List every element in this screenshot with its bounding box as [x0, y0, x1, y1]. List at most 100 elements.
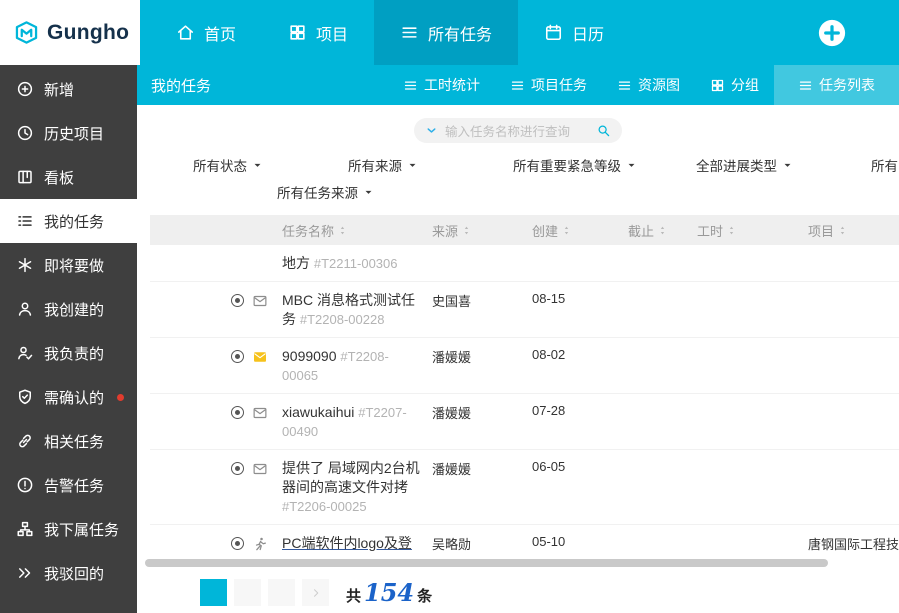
task-name-cell[interactable]: 提供了 局域网内2台机器间的高速文件对拷 #T2206-00025: [282, 459, 432, 516]
view-tab[interactable]: 分组: [695, 65, 774, 105]
sort-icon[interactable]: [726, 225, 737, 236]
view-tab[interactable]: 资源图: [602, 65, 695, 105]
runner-icon: [252, 534, 282, 552]
filter-dropdown[interactable]: 所有来源: [348, 155, 418, 175]
sort-icon[interactable]: [461, 225, 472, 236]
sidebar-item[interactable]: 新增: [0, 67, 137, 111]
nav-item[interactable]: 日历: [518, 0, 630, 65]
task-name-cell[interactable]: xiawukaihui #T2207-00490: [282, 403, 432, 441]
filter-dropdown[interactable]: 所有: [871, 155, 899, 175]
sort-icon[interactable]: [837, 225, 848, 236]
task-row[interactable]: 提供了 局域网内2台机器间的高速文件对拷 #T2206-00025 潘媛媛 06…: [150, 450, 899, 525]
shield-icon: [16, 388, 34, 406]
task-source: 潘媛媛: [432, 347, 532, 366]
filter-label: 所有任务来源: [277, 182, 358, 202]
row-radio[interactable]: [231, 350, 244, 363]
nav-item[interactable]: 项目: [262, 0, 374, 65]
nav-item-label: 首页: [204, 21, 236, 45]
column-header[interactable]: 任务名称: [282, 221, 432, 240]
task-row[interactable]: MBC 消息格式测试任务 #T2208-00228 史国喜 08-15: [150, 282, 899, 338]
filter-dropdown[interactable]: 所有任务来源: [277, 182, 374, 202]
sidebar-item-label: 我驳回的: [44, 563, 104, 584]
task-row[interactable]: 9099090 #T2208-00065 潘媛媛 08-02: [150, 338, 899, 394]
view-tab-label: 工时统计: [424, 75, 480, 95]
row-radio[interactable]: [231, 537, 244, 550]
view-tab[interactable]: 工时统计: [388, 65, 495, 105]
task-row[interactable]: 地方 #T2211-00306: [150, 245, 899, 282]
sort-icon[interactable]: [337, 225, 348, 236]
total-number: 154: [364, 578, 414, 607]
envelope-filled-icon: [252, 347, 282, 365]
page-button[interactable]: [268, 579, 295, 606]
nav-item-label: 所有任务: [428, 21, 492, 45]
chevron-down-icon[interactable]: [425, 124, 438, 137]
column-header-label: 创建: [532, 221, 558, 240]
logo[interactable]: Gungho: [0, 0, 140, 65]
nav-item[interactable]: 首页: [150, 0, 262, 65]
sidebar-item[interactable]: 看板: [0, 155, 137, 199]
filter-dropdown[interactable]: 所有状态: [193, 155, 263, 175]
list-icon: [798, 78, 813, 93]
chevron-down-icon: [626, 160, 637, 171]
task-name: xiawukaihui: [282, 404, 354, 420]
search-input[interactable]: 输入任务名称进行查询: [414, 118, 622, 143]
body-frame: 新增 历史项目 看板 我的任务 即将要做: [0, 65, 899, 613]
column-header[interactable]: 项目: [808, 221, 899, 240]
sidebar-item[interactable]: 我创建的: [0, 287, 137, 331]
column-header[interactable]: 创建: [532, 221, 628, 240]
page-button[interactable]: [200, 579, 227, 606]
main-panel: 我的任务 工时统计 项目任务 资源图: [137, 65, 899, 613]
view-tab-label: 资源图: [638, 75, 680, 95]
sidebar-item-label: 告警任务: [44, 475, 104, 496]
search-icon[interactable]: [596, 123, 611, 138]
task-name-cell[interactable]: MBC 消息格式测试任务 #T2208-00228: [282, 291, 432, 329]
nav-item[interactable]: 所有任务: [374, 0, 518, 65]
envelope-icon: [252, 459, 282, 477]
view-tab[interactable]: 任务列表: [774, 65, 899, 105]
sidebar-item[interactable]: 需确认的: [0, 375, 137, 419]
filter-dropdown[interactable]: 所有重要紧急等级: [513, 155, 637, 175]
task-row[interactable]: PC端软件内logo及登录界面图片替换，更改公司名称 吴略勋 05-10 唐钢国…: [150, 525, 899, 553]
task-name-cell[interactable]: 地方 #T2211-00306: [282, 254, 432, 273]
row-radio[interactable]: [231, 294, 244, 307]
grid-icon: [710, 78, 725, 93]
task-row[interactable]: xiawukaihui #T2207-00490 潘媛媛 07-28: [150, 394, 899, 450]
sidebar-item[interactable]: 我的任务: [0, 199, 137, 243]
page-button[interactable]: [234, 579, 261, 606]
sidebar-item[interactable]: 我驳回的: [0, 551, 137, 595]
row-radio[interactable]: [231, 406, 244, 419]
column-header[interactable]: 截止: [628, 221, 697, 240]
scrollbar-thumb[interactable]: [145, 559, 828, 567]
row-radio[interactable]: [231, 462, 244, 475]
view-tab[interactable]: 项目任务: [495, 65, 602, 105]
column-header[interactable]: 工时: [697, 221, 808, 240]
filter-row-1: 所有状态 所有来源 所有重要紧急等级 全部进展类型 所有: [137, 155, 899, 175]
sidebar-item[interactable]: 我负责的: [0, 331, 137, 375]
sidebar-item[interactable]: 相关任务: [0, 419, 137, 463]
column-header-label: 来源: [432, 221, 458, 240]
task-table-body: 地方 #T2211-00306 MBC 消息格式测试任务 #T2208-0022…: [150, 245, 899, 553]
sidebar-item[interactable]: 历史项目: [0, 111, 137, 155]
sub-header: 我的任务 工时统计 项目任务 资源图: [137, 65, 899, 105]
next-page-button[interactable]: [302, 579, 329, 606]
column-header[interactable]: 来源: [432, 221, 532, 240]
filter-dropdown[interactable]: 全部进展类型: [696, 155, 793, 175]
sidebar-item[interactable]: 告警任务: [0, 463, 137, 507]
sort-icon[interactable]: [657, 225, 668, 236]
sidebar-item[interactable]: 我下属任务: [0, 507, 137, 551]
sidebar-item-label: 看板: [44, 167, 74, 188]
task-name-cell[interactable]: PC端软件内logo及登录界面图片替换，更改公司名称: [282, 534, 432, 553]
sidebar-item-label: 我创建的: [44, 299, 104, 320]
horizontal-scrollbar: [145, 559, 899, 567]
filter-label: 所有: [871, 155, 898, 175]
sidebar-item[interactable]: 即将要做: [0, 243, 137, 287]
task-name-cell[interactable]: 9099090 #T2208-00065: [282, 347, 432, 385]
sidebar-item-label: 我的任务: [44, 211, 104, 232]
column-header-label: 工时: [697, 221, 723, 240]
sort-icon[interactable]: [561, 225, 572, 236]
add-button[interactable]: [817, 18, 847, 48]
home-icon: [176, 23, 195, 42]
task-name: 地方: [282, 255, 310, 271]
grid-icon: [288, 23, 307, 42]
filter-label: 所有重要紧急等级: [513, 155, 621, 175]
